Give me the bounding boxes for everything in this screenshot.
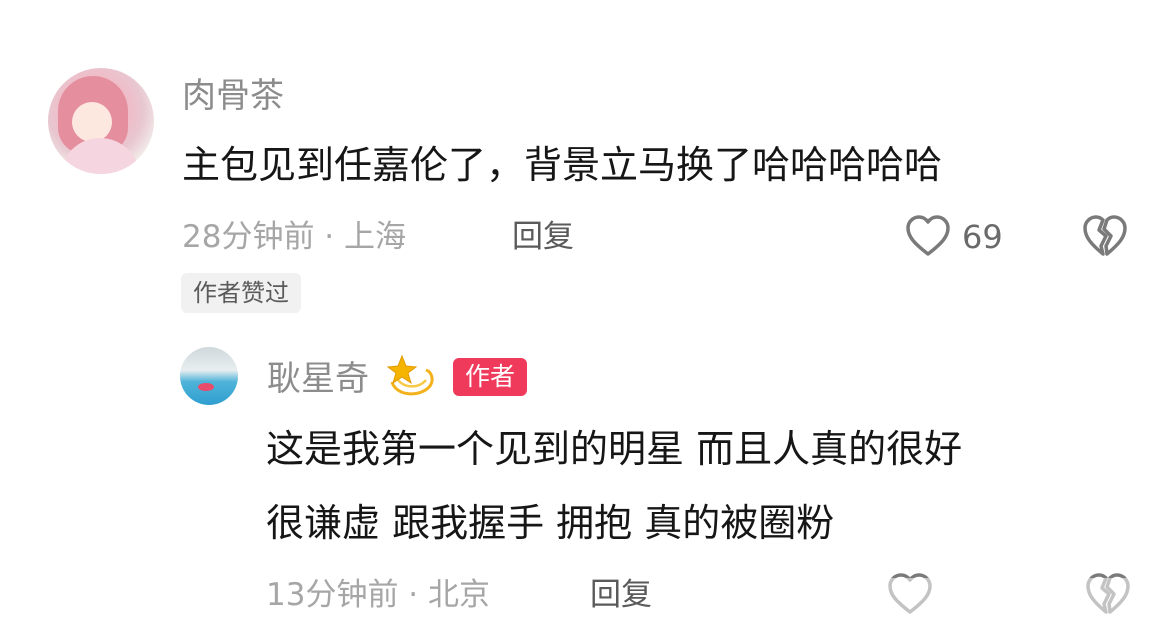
dizzy-star-emoji-icon — [386, 352, 436, 400]
reply-time-location: 13分钟前 · 北京 — [266, 577, 491, 613]
avatar-face — [72, 102, 112, 142]
comment-time-location: 28分钟前 · 上海 — [182, 219, 407, 255]
comment-reply-button[interactable]: 回复 — [512, 217, 574, 257]
reply-text-line2: 很谦虚 跟我握手 拥抱 真的被圈粉 — [266, 501, 835, 545]
replier-username[interactable]: 耿星奇 — [267, 359, 369, 399]
broken-heart-icon[interactable] — [1082, 214, 1128, 258]
commenter-avatar[interactable] — [48, 68, 154, 174]
reply-reply-button[interactable]: 回复 — [590, 575, 652, 615]
heart-outline-icon[interactable] — [905, 214, 951, 258]
reply-text-line1: 这是我第一个见到的明星 而且人真的很好 — [266, 427, 963, 471]
author-liked-badge: 作者赞过 — [181, 273, 301, 313]
author-badge: 作者 — [453, 358, 528, 396]
comment-text: 主包见到任嘉伦了，背景立马换了哈哈哈哈哈 — [182, 143, 943, 187]
comment-like-count: 69 — [962, 218, 1003, 256]
replier-avatar[interactable] — [180, 347, 238, 405]
watermark-overlay — [885, 578, 1155, 628]
commenter-username[interactable]: 肉骨茶 — [182, 76, 284, 116]
avatar-float-ring — [198, 383, 214, 391]
